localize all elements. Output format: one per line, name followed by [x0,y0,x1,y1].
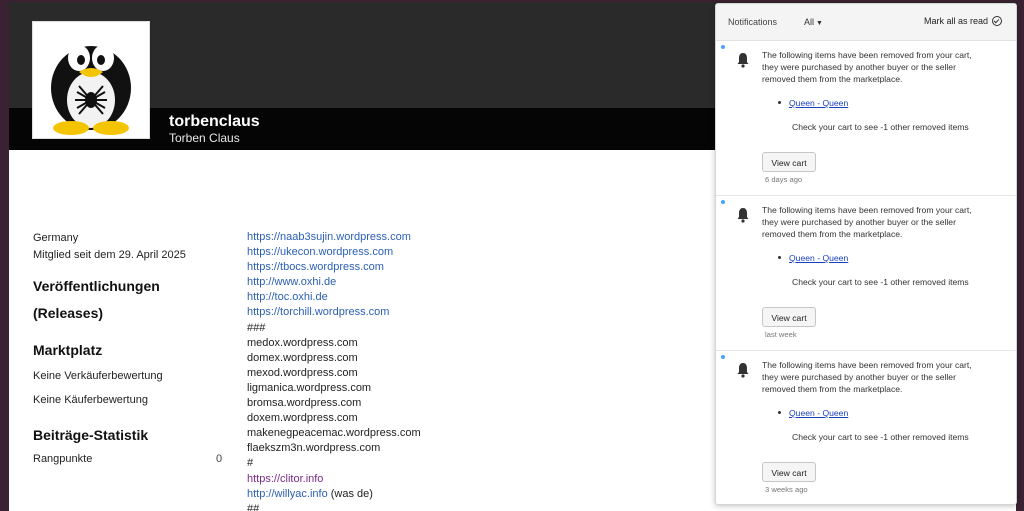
notifications-title: Notifications [728,17,778,27]
avatar[interactable] [32,21,150,139]
profile-about-text: https://naab3sujin.wordpress.com https://… [247,230,547,511]
mark-all-read-button[interactable]: Mark all as read [924,16,1002,26]
profile-username: torbenclaus [169,113,260,130]
about-link[interactable]: https://ukecon.wordpress.com [247,246,393,258]
marketplace-heading: Marktplatz [33,342,103,358]
about-link[interactable]: http://www.oxhi.de [247,276,336,288]
removed-item-list: Queen - Queen [778,98,848,108]
about-link-suffix: (was de) [327,487,373,500]
about-text-line: # [247,457,254,470]
penguin-avatar-image [51,45,131,135]
notification-message: The following items have been removed fr… [762,50,972,84]
stats-heading: Beiträge-Statistik [33,427,149,443]
about-text-line: medox.wordpress.com [247,336,358,349]
notifications-panel: Notifications All ▼ Mark all as read The … [715,3,1017,505]
about-link-line: https://tbocs.wordpress.com [247,260,547,275]
bell-icon [736,207,750,223]
about-text-line: ligmanica.wordpress.com [247,381,372,394]
about-text-line: ### [247,321,266,334]
about-link[interactable]: https://naab3sujin.wordpress.com [247,231,411,243]
about-link-line: http://www.oxhi.de [247,275,547,290]
notifications-header: Notifications All ▼ Mark all as read [716,4,1016,41]
about-text-line: domex.wordpress.com [247,351,358,364]
about-text-line: bromsa.wordpress.com [247,397,362,410]
notification-check-text: Check your cart to see -1 other removed … [792,432,969,442]
about-text-line: ## [247,502,260,511]
notification-check-text: Check your cart to see -1 other removed … [792,122,969,132]
notification-item[interactable]: The following items have been removed fr… [716,350,1016,504]
about-text-line: flaekszm3n.wordpress.com [247,442,381,455]
unread-dot [721,45,725,49]
about-link-line: http://toc.oxhi.de [247,290,547,305]
about-link[interactable]: https://clitor.info [247,473,323,485]
about-text-line: mexod.wordpress.com [247,366,358,379]
view-cart-button[interactable]: View cart [762,462,816,482]
notification-item[interactable]: The following items have been removed fr… [716,41,1016,197]
bullet-icon [778,411,781,414]
rank-points-value: 0 [216,453,223,465]
notifications-filter-value: All [804,17,815,27]
view-cart-button[interactable]: View cart [762,152,816,172]
notification-timestamp: 3 weeks ago [765,485,808,494]
notifications-filter-dropdown[interactable]: All ▼ [804,17,823,27]
rank-points-label: Rangpunkte [33,453,93,465]
mark-all-read-label: Mark all as read [923,16,988,26]
about-text-line: makenegpeacemac.wordpress.com [247,427,421,440]
about-link[interactable]: http://willyac.info [247,488,328,500]
about-link-line: https://naab3sujin.wordpress.com [247,230,547,245]
notification-check-text: Check your cart to see -1 other removed … [792,277,969,287]
about-link-line: http://willyac.info (was de) [247,487,547,502]
notification-timestamp: last week [765,330,797,339]
notification-message: The following items have been removed fr… [762,360,972,394]
about-link[interactable]: https://tbocs.wordpress.com [247,261,384,273]
about-text-line: doxem.wordpress.com [247,412,358,425]
bullet-icon [778,256,781,259]
seller-rating: Keine Verkäuferbewertung [33,370,163,382]
unread-dot [721,355,725,359]
member-since: Mitglied seit dem 29. April 2025 [33,249,186,261]
releases-heading[interactable]: Veröffentlichungen [33,278,160,294]
view-cart-button[interactable]: View cart [762,307,816,327]
buyer-rating: Keine Käuferbewertung [33,394,148,406]
bell-icon [736,52,750,68]
removed-item-link[interactable]: Queen - Queen [789,253,848,263]
notification-item[interactable]: The following items have been removed fr… [716,195,1016,351]
about-link[interactable]: http://toc.oxhi.de [247,291,328,303]
check-circle-icon [992,16,1002,26]
about-link[interactable]: https://torchill.wordpress.com [247,306,389,318]
removed-item-link[interactable]: Queen - Queen [789,98,848,108]
profile-real-name: Torben Claus [169,131,240,145]
notification-timestamp: 6 days ago [765,175,803,184]
about-link-line: https://torchill.wordpress.com [247,305,547,320]
chevron-down-icon: ▼ [816,20,823,27]
unread-dot [721,200,725,204]
profile-country: Germany [33,232,79,244]
bell-icon [736,362,750,378]
about-link-line: https://ukecon.wordpress.com [247,245,547,260]
bullet-icon [778,101,781,104]
releases-subheading[interactable]: (Releases) [33,305,103,321]
removed-item-link[interactable]: Queen - Queen [789,408,848,418]
notification-message: The following items have been removed fr… [762,205,972,239]
removed-item-list: Queen - Queen [778,253,848,263]
about-link-line: https://clitor.info [247,472,547,487]
removed-item-list: Queen - Queen [778,408,848,418]
